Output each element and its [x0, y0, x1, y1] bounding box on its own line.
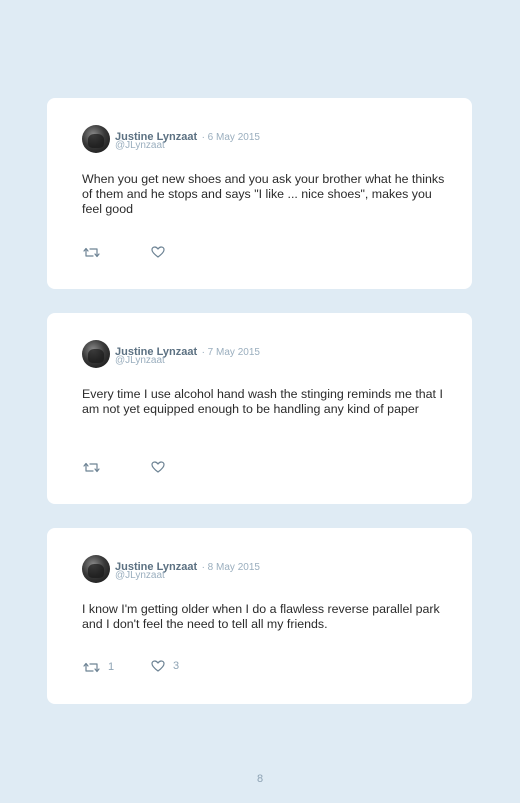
author-handle[interactable]: @JLynzaat	[115, 140, 165, 151]
tweet-date: · 7 May 2015	[201, 347, 260, 358]
tweet-card: Justine Lynzaat · 7 May 2015 @JLynzaat E…	[47, 313, 472, 504]
like-button[interactable]	[151, 461, 173, 473]
heart-icon	[151, 660, 165, 672]
tweet-date: · 6 May 2015	[201, 132, 260, 143]
page-number: 8	[256, 773, 264, 785]
retweet-button[interactable]	[83, 462, 108, 473]
retweet-icon	[83, 247, 100, 258]
tweet-card: Justine Lynzaat · 6 May 2015 @JLynzaat W…	[47, 98, 472, 289]
author-handle[interactable]: @JLynzaat	[115, 570, 165, 581]
tweet-text: Every time I use alcohol hand wash the s…	[82, 387, 443, 416]
author-handle[interactable]: @JLynzaat	[115, 355, 165, 366]
tweet-text: I know I'm getting older when I do a fla…	[82, 602, 440, 631]
tweet-text: When you get new shoes and you ask your …	[82, 172, 445, 216]
retweet-button[interactable]	[83, 247, 108, 258]
retweet-button[interactable]: 1	[83, 661, 114, 673]
avatar[interactable]	[82, 125, 110, 153]
heart-icon	[151, 246, 165, 258]
retweet-icon	[83, 462, 100, 473]
retweet-icon	[83, 662, 100, 672]
retweet-count: 1	[108, 661, 115, 673]
like-button[interactable]	[151, 246, 173, 258]
heart-icon	[151, 461, 165, 473]
tweet-card: Justine Lynzaat · 8 May 2015 @JLynzaat I…	[47, 528, 472, 704]
like-count: 3	[173, 660, 180, 672]
like-button[interactable]: 3	[151, 660, 179, 672]
avatar[interactable]	[82, 555, 110, 583]
tweet-date: · 8 May 2015	[201, 562, 260, 573]
avatar[interactable]	[82, 340, 110, 368]
